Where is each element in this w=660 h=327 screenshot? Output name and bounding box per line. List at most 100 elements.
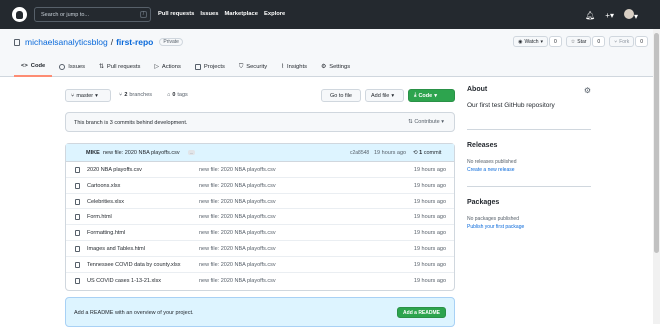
tab-pull-requests[interactable]: ⇅ Pull requests xyxy=(92,57,147,77)
gear-icon: ⚙ xyxy=(321,64,327,70)
file-name-link[interactable]: 2020 NBA playoffs.csv xyxy=(87,167,142,173)
slash-shortcut-icon: / xyxy=(140,11,147,18)
repo-name-link[interactable]: first-repo xyxy=(116,37,153,47)
file-commit-message[interactable]: new file: 2020 NBA playoffs.csv xyxy=(199,199,276,205)
top-nav: Pull requests Issues Marketplace Explore xyxy=(158,11,285,17)
repo-tabs: <> Code Issues ⇅ Pull requests ▷ Actions Pr… xyxy=(14,57,357,77)
tab-settings[interactable]: ⚙ Settings xyxy=(314,57,357,77)
tab-label: Insights xyxy=(287,64,307,70)
create-new-button[interactable]: +▾ xyxy=(605,11,614,20)
file-commit-message[interactable]: new file: 2020 NBA playoffs.csv xyxy=(199,183,276,189)
tab-security[interactable]: ⛉ Security xyxy=(232,57,274,77)
file-icon xyxy=(75,198,80,205)
file-icon xyxy=(75,214,80,221)
download-icon: ⤓ xyxy=(414,92,417,98)
file-commit-message[interactable]: new file: 2020 NBA playoffs.csv xyxy=(199,278,276,284)
packages-empty: No packages published xyxy=(467,216,519,222)
fork-count[interactable]: 0 xyxy=(635,36,648,47)
file-name-link[interactable]: Cartoons.xlsx xyxy=(87,183,120,189)
file-commit-message[interactable]: new file: 2020 NBA playoffs.csv xyxy=(199,214,276,220)
create-release-link[interactable]: Create a new release xyxy=(467,166,591,174)
github-logo-icon[interactable] xyxy=(12,7,27,22)
divider xyxy=(467,186,591,187)
add-file-button[interactable]: Add file ▾ xyxy=(365,89,404,102)
watch-button[interactable]: ◉ Watch ▾ xyxy=(513,36,548,47)
visibility-badge: Private xyxy=(159,38,183,46)
branch-select-button[interactable]: ⑂ master ▾ xyxy=(65,89,111,102)
releases-heading[interactable]: Releases xyxy=(467,142,591,149)
file-commit-message[interactable]: new file: 2020 NBA playoffs.csv xyxy=(199,262,276,268)
tab-issues[interactable]: Issues xyxy=(52,57,92,77)
branch-icon: ⑂ xyxy=(119,92,123,98)
code-icon: <> xyxy=(21,63,28,69)
file-navigation: ⑂ master ▾ ⑂ 2 branches ⌂ 0 tags Go to file Ad… xyxy=(65,89,455,103)
commit-message[interactable]: new file: 2020 NBA playoffs.csv xyxy=(103,150,180,156)
publish-package-link[interactable]: Publish your first package xyxy=(467,223,591,231)
file-name-link[interactable]: US COVID cases 1-13-21.xlsx xyxy=(87,278,161,284)
go-to-file-button[interactable]: Go to file xyxy=(321,89,361,102)
branch-icon: ⑂ xyxy=(71,92,75,99)
chevron-down-icon: ▾ xyxy=(540,38,543,45)
code-button[interactable]: ⤓ Code ▾ xyxy=(408,89,455,102)
contribute-label: Contribute xyxy=(414,119,440,125)
branches-link[interactable]: ⑂ 2 branches xyxy=(119,92,152,98)
tab-actions[interactable]: ▷ Actions xyxy=(147,57,187,77)
watch-count[interactable]: 0 xyxy=(548,36,562,47)
file-commit-message[interactable]: new file: 2020 NBA playoffs.csv xyxy=(199,230,276,236)
search-input[interactable]: Search or jump to... / xyxy=(34,7,151,22)
tags-link[interactable]: ⌂ 0 tags xyxy=(167,92,188,98)
avatar xyxy=(623,9,634,19)
file-name-link[interactable]: Formatting.html xyxy=(87,230,125,236)
repo-actions: ◉ Watch ▾ 0 ☆ Star 0 ⑂ Fork 0 xyxy=(513,36,648,47)
star-count[interactable]: 0 xyxy=(592,36,606,47)
file-age: 19 hours ago xyxy=(413,277,446,284)
commit-sha[interactable]: c2a8548 xyxy=(350,150,369,156)
file-row: Form.html new file: 2020 NBA playoffs.csv… xyxy=(66,209,454,226)
file-icon xyxy=(75,245,80,252)
scrollbar[interactable] xyxy=(653,29,660,324)
fork-button[interactable]: ⑂ Fork xyxy=(609,36,635,47)
star-button[interactable]: ☆ Star xyxy=(565,36,592,47)
nav-pull-requests[interactable]: Pull requests xyxy=(158,11,194,17)
file-commit-message[interactable]: new file: 2020 NBA playoffs.csv xyxy=(199,167,276,173)
file-icon xyxy=(75,182,80,189)
file-name-link[interactable]: Tennessee COVID data by county.xlsx xyxy=(87,262,180,268)
nav-issues[interactable]: Issues xyxy=(200,11,218,17)
file-name-link[interactable]: Images and Tables.html xyxy=(87,246,145,252)
file-age: 19 hours ago xyxy=(413,198,446,205)
file-age: 19 hours ago xyxy=(413,167,446,173)
tab-label: Issues xyxy=(68,64,86,70)
file-row: Tennessee COVID data by county.xlsx new f… xyxy=(66,257,454,273)
nav-explore[interactable]: Explore xyxy=(264,11,285,17)
expand-commit-button[interactable]: ... xyxy=(188,150,196,155)
repo-separator: / xyxy=(110,37,114,47)
contribute-button[interactable]: ⇅ Contribute ▾ xyxy=(408,119,444,125)
file-name-link[interactable]: Celebrities.xlsx xyxy=(87,199,124,205)
behind-text: This branch is 3 commits behind developm… xyxy=(74,120,188,126)
branch-name: master xyxy=(76,92,94,99)
tab-label: Projects xyxy=(203,64,225,70)
gear-icon[interactable]: ⚙ xyxy=(584,86,591,95)
repo-header: michaelsanalyticsblog / first-repo Priva… xyxy=(0,29,660,77)
file-row: Formatting.html new file: 2020 NBA playof… xyxy=(66,225,454,241)
packages-heading[interactable]: Packages xyxy=(467,199,591,206)
add-readme-button[interactable]: Add a README xyxy=(397,307,446,318)
watch-label: Watch xyxy=(524,38,539,45)
user-menu[interactable]: ▾ xyxy=(623,9,638,21)
bell-icon[interactable]: 🔔︎ xyxy=(585,11,595,20)
tab-insights[interactable]: ⌇ Insights xyxy=(274,57,314,77)
commit-history-link[interactable]: ⟲ 1 commit xyxy=(413,150,441,156)
tab-code[interactable]: <> Code xyxy=(14,57,53,77)
nav-marketplace[interactable]: Marketplace xyxy=(224,11,258,17)
commit-label: commit xyxy=(423,150,442,156)
add-file-label: Add file xyxy=(371,92,390,99)
scrollbar-thumb[interactable] xyxy=(654,33,659,253)
commit-author[interactable]: MIKE xyxy=(86,150,100,156)
file-icon xyxy=(75,230,80,237)
tab-projects[interactable]: Projects xyxy=(188,57,232,77)
repo-owner-link[interactable]: michaelsanalyticsblog xyxy=(25,37,108,47)
file-name-link[interactable]: Form.html xyxy=(87,214,112,220)
tag-icon: ⌂ xyxy=(167,92,171,98)
file-age: 19 hours ago xyxy=(413,261,446,268)
file-commit-message[interactable]: new file: 2020 NBA playoffs.csv xyxy=(199,246,276,252)
